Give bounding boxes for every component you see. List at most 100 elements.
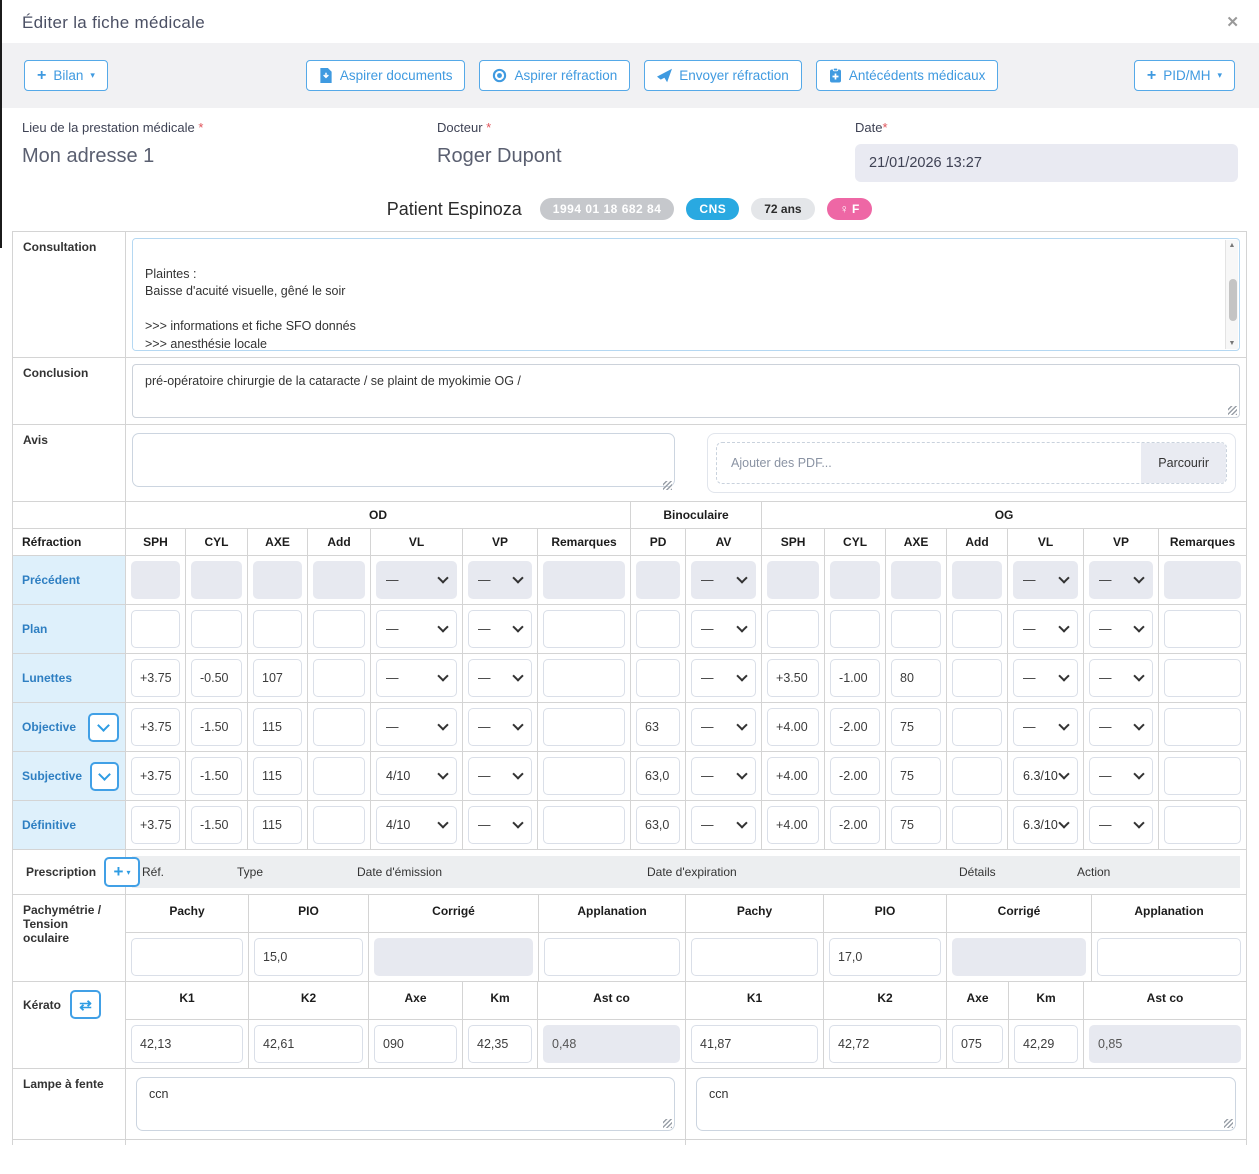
subjective-og_vp-select[interactable]: — bbox=[1089, 757, 1153, 795]
objective-od_rem-input[interactable] bbox=[543, 708, 625, 746]
subjective-og_axe-input[interactable] bbox=[891, 757, 941, 795]
close-icon[interactable]: ✕ bbox=[1226, 13, 1239, 31]
scroll-up-icon[interactable]: ▲ bbox=[1229, 242, 1236, 249]
subjective-od_axe-input[interactable] bbox=[253, 757, 302, 795]
definitive-od_cyl-input[interactable] bbox=[191, 806, 242, 844]
subjective-od_vp-select[interactable]: — bbox=[468, 757, 532, 795]
plan-od_vp-select[interactable]: — bbox=[468, 610, 532, 648]
kerato-value-input-3[interactable] bbox=[468, 1025, 532, 1063]
plan-og_vp-select[interactable]: — bbox=[1089, 610, 1153, 648]
lunettes-og_vp-select[interactable]: — bbox=[1089, 659, 1153, 697]
lunettes-og_sph-input[interactable] bbox=[767, 659, 819, 697]
plan-od_add-input[interactable] bbox=[313, 610, 365, 648]
pachy-value-input-0[interactable] bbox=[131, 938, 243, 976]
lunettes-og_cyl-input[interactable] bbox=[830, 659, 880, 697]
lunettes-od_sph-input[interactable] bbox=[131, 659, 180, 697]
plan-og_rem-input[interactable] bbox=[1164, 610, 1241, 648]
definitive-og_sph-input[interactable] bbox=[767, 806, 819, 844]
lunettes-od_rem-input[interactable] bbox=[543, 659, 625, 697]
subjective-od_sph-input[interactable] bbox=[131, 757, 180, 795]
lampe-og-textarea[interactable]: ccn bbox=[696, 1077, 1236, 1131]
subjective-og_vl-select[interactable]: 6.3/10 bbox=[1013, 757, 1078, 795]
kerato-value-input-5[interactable] bbox=[691, 1025, 818, 1063]
pachy-value-input-1[interactable] bbox=[254, 938, 363, 976]
subjective-pd-input[interactable] bbox=[636, 757, 680, 795]
kerato-swap-button[interactable]: ⇄ bbox=[70, 990, 101, 1019]
objective-av-select[interactable]: — bbox=[691, 708, 756, 746]
lunettes-av-select[interactable]: — bbox=[691, 659, 756, 697]
definitive-og_axe-input[interactable] bbox=[891, 806, 941, 844]
lunettes-og_axe-input[interactable] bbox=[891, 659, 941, 697]
definitive-og_vp-select[interactable]: — bbox=[1089, 806, 1153, 844]
lunettes-og_vl-select[interactable]: — bbox=[1013, 659, 1078, 697]
subjective-og_sph-input[interactable] bbox=[767, 757, 819, 795]
bilan-button[interactable]: + Bilan ▾ bbox=[24, 60, 108, 91]
objective-od_cyl-input[interactable] bbox=[191, 708, 242, 746]
definitive-od_axe-input[interactable] bbox=[253, 806, 302, 844]
definitive-od_vl-select[interactable]: 4/10 bbox=[376, 806, 457, 844]
definitive-av-select[interactable]: — bbox=[691, 806, 756, 844]
objective-od_add-input[interactable] bbox=[313, 708, 365, 746]
scrollbar-thumb[interactable] bbox=[1229, 279, 1237, 321]
conclusion-textarea[interactable]: pré-opératoire chirurgie de la cataracte… bbox=[132, 364, 1240, 418]
pachy-value-input-4[interactable] bbox=[691, 938, 818, 976]
kerato-value-input-2[interactable] bbox=[374, 1025, 457, 1063]
objective-og_sph-input[interactable] bbox=[767, 708, 819, 746]
aspirer-documents-button[interactable]: Aspirer documents bbox=[306, 60, 466, 91]
definitive-od_add-input[interactable] bbox=[313, 806, 365, 844]
lunettes-og_add-input[interactable] bbox=[952, 659, 1002, 697]
plan-od_axe-input[interactable] bbox=[253, 610, 302, 648]
definitive-od_vp-select[interactable]: — bbox=[468, 806, 532, 844]
scroll-down-icon[interactable]: ▼ bbox=[1229, 340, 1236, 347]
objective-og_add-input[interactable] bbox=[952, 708, 1002, 746]
plan-og_axe-input[interactable] bbox=[891, 610, 941, 648]
plan-av-select[interactable]: — bbox=[691, 610, 756, 648]
plan-og_sph-input[interactable] bbox=[767, 610, 819, 648]
lunettes-pd-input[interactable] bbox=[636, 659, 680, 697]
subjective-od_rem-input[interactable] bbox=[543, 757, 625, 795]
plan-og_cyl-input[interactable] bbox=[830, 610, 880, 648]
plan-od_cyl-input[interactable] bbox=[191, 610, 242, 648]
lunettes-od_axe-input[interactable] bbox=[253, 659, 302, 697]
definitive-og_cyl-input[interactable] bbox=[830, 806, 880, 844]
avis-textarea[interactable] bbox=[132, 433, 675, 487]
objective-expand-button[interactable] bbox=[88, 713, 119, 742]
objective-od_vp-select[interactable]: — bbox=[468, 708, 532, 746]
pdf-dropzone[interactable]: Ajouter des PDF... Parcourir bbox=[716, 442, 1227, 484]
subjective-og_rem-input[interactable] bbox=[1164, 757, 1241, 795]
objective-od_axe-input[interactable] bbox=[253, 708, 302, 746]
lunettes-od_vp-select[interactable]: — bbox=[468, 659, 532, 697]
plan-od_sph-input[interactable] bbox=[131, 610, 180, 648]
objective-og_vl-select[interactable]: — bbox=[1013, 708, 1078, 746]
consultation-textarea[interactable]: Plaintes : Baisse d'acuité visuelle, gên… bbox=[133, 239, 1224, 350]
objective-og_axe-input[interactable] bbox=[891, 708, 941, 746]
objective-od_sph-input[interactable] bbox=[131, 708, 180, 746]
objective-og_rem-input[interactable] bbox=[1164, 708, 1241, 746]
plan-og_add-input[interactable] bbox=[952, 610, 1002, 648]
plan-od_vl-select[interactable]: — bbox=[376, 610, 457, 648]
objective-od_vl-select[interactable]: — bbox=[376, 708, 457, 746]
antecedents-medicaux-button[interactable]: Antécédents médicaux bbox=[816, 60, 999, 91]
objective-og_vp-select[interactable]: — bbox=[1089, 708, 1153, 746]
definitive-og_vl-select[interactable]: 6.3/10 bbox=[1013, 806, 1078, 844]
kerato-value-input-7[interactable] bbox=[952, 1025, 1003, 1063]
plan-og_vl-select[interactable]: — bbox=[1013, 610, 1078, 648]
pachy-value-input-5[interactable] bbox=[829, 938, 941, 976]
lunettes-od_cyl-input[interactable] bbox=[191, 659, 242, 697]
lunettes-od_add-input[interactable] bbox=[313, 659, 365, 697]
objective-og_cyl-input[interactable] bbox=[830, 708, 880, 746]
subjective-od_vl-select[interactable]: 4/10 bbox=[376, 757, 457, 795]
lunettes-od_vl-select[interactable]: — bbox=[376, 659, 457, 697]
pid-mh-button[interactable]: + PID/MH ▾ bbox=[1134, 60, 1235, 91]
pachy-value-input-7[interactable] bbox=[1097, 938, 1241, 976]
subjective-og_add-input[interactable] bbox=[952, 757, 1002, 795]
objective-pd-input[interactable] bbox=[636, 708, 680, 746]
subjective-od_cyl-input[interactable] bbox=[191, 757, 242, 795]
pachy-value-input-3[interactable] bbox=[544, 938, 680, 976]
kerato-value-input-8[interactable] bbox=[1014, 1025, 1078, 1063]
plan-od_rem-input[interactable] bbox=[543, 610, 625, 648]
subjective-expand-button[interactable] bbox=[90, 762, 119, 791]
definitive-pd-input[interactable] bbox=[636, 806, 680, 844]
lunettes-og_rem-input[interactable] bbox=[1164, 659, 1241, 697]
definitive-od_rem-input[interactable] bbox=[543, 806, 625, 844]
